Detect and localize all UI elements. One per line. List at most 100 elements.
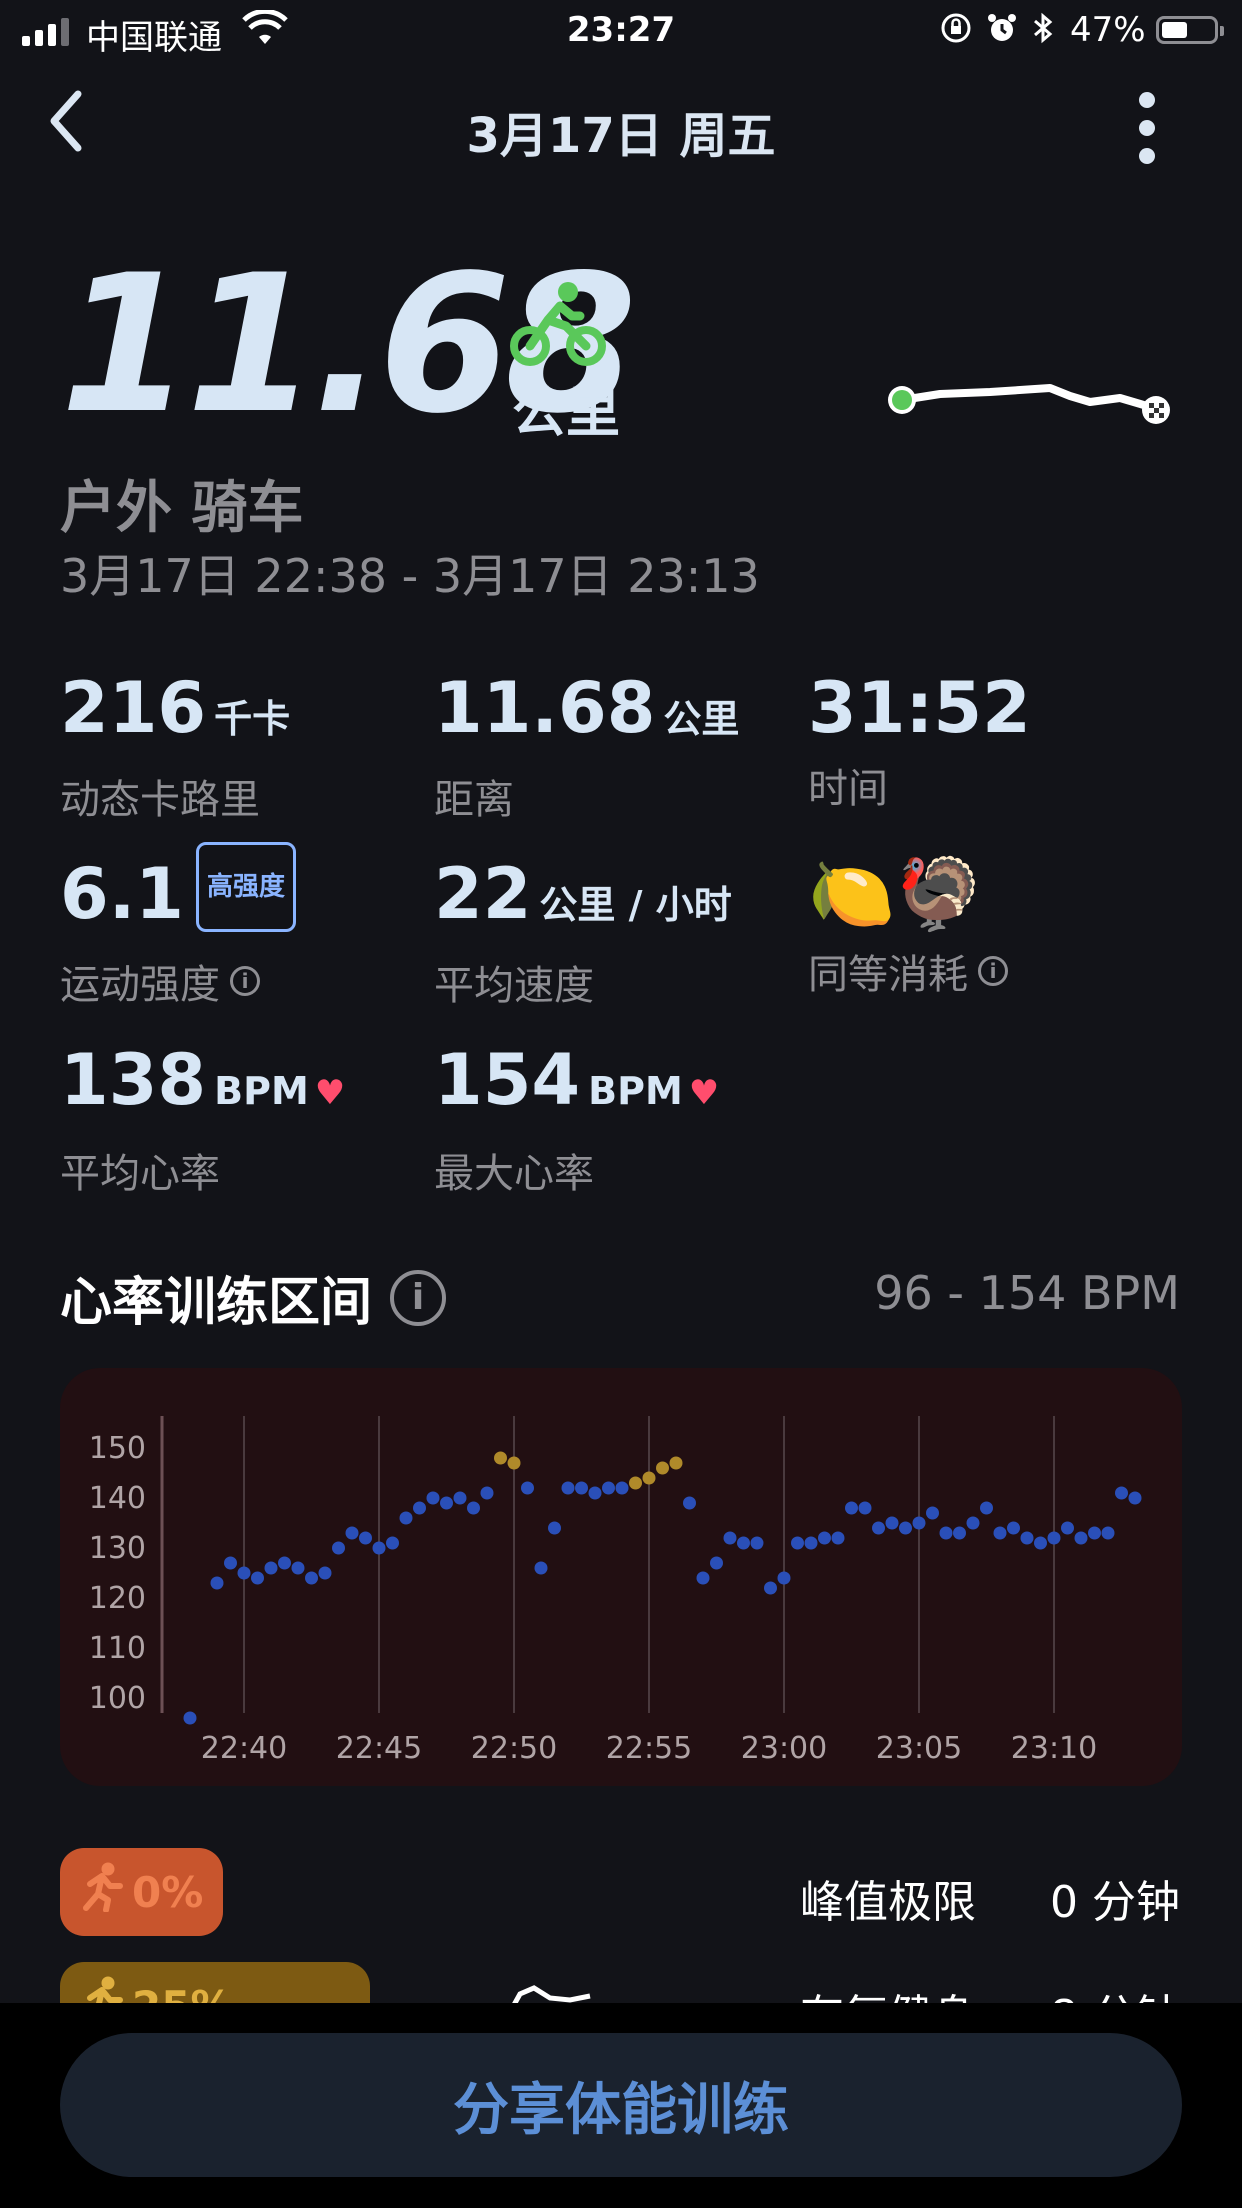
hr-point — [224, 1556, 237, 1570]
info-icon[interactable]: i — [978, 956, 1008, 986]
hr-point — [305, 1571, 318, 1585]
max-hr-unit: BPM — [588, 1069, 683, 1113]
max-hr-value: 154 — [434, 1039, 581, 1121]
hr-point — [386, 1536, 399, 1550]
x-tick-label: 22:45 — [336, 1731, 422, 1766]
hr-point — [534, 1561, 548, 1575]
hr-point — [642, 1471, 656, 1485]
stat-duration: 31:52 时间 — [808, 668, 1031, 814]
cycling-icon — [510, 280, 606, 376]
hr-point — [210, 1576, 224, 1590]
page-title: 3月17日 周五 — [466, 108, 776, 164]
hr-point — [480, 1486, 494, 1500]
hr-point — [318, 1566, 332, 1580]
duration-label: 时间 — [808, 766, 888, 812]
speed-value: 22 — [434, 853, 532, 935]
stat-max-hr: 154 BPM ♥ 最大心率 — [434, 1040, 719, 1199]
hr-point — [1020, 1531, 1034, 1545]
hr-point — [683, 1496, 696, 1510]
x-tick-label: 22:40 — [201, 1731, 287, 1766]
hr-point — [1088, 1526, 1101, 1540]
hr-point — [858, 1501, 872, 1515]
share-workout-button[interactable]: 分享体能训练 — [60, 2033, 1182, 2177]
heart-icon: ♥ — [688, 1073, 720, 1113]
hr-point — [345, 1526, 359, 1540]
more-button[interactable] — [1132, 92, 1162, 164]
zone-percent-pill: 0% — [60, 1848, 224, 1936]
hr-range: 96 - 154 BPM — [874, 1266, 1180, 1320]
running-icon — [80, 1862, 124, 1922]
stat-avg-hr: 138 BPM ♥ 平均心率 — [60, 1040, 345, 1199]
stat-equivalent[interactable]: 🍋🦃 同等消耗 i — [808, 854, 1008, 1000]
y-tick-label: 130 — [89, 1531, 146, 1566]
avg-hr-unit: BPM — [214, 1069, 309, 1113]
hr-point — [575, 1481, 588, 1495]
speed-label: 平均速度 — [434, 963, 594, 1009]
hr-point — [332, 1541, 345, 1555]
hr-point — [656, 1461, 669, 1475]
alarm-icon — [986, 12, 1018, 53]
hr-point — [750, 1536, 764, 1550]
hr-point — [926, 1506, 939, 1520]
distance-unit: 公里 — [512, 381, 620, 444]
info-icon[interactable]: i — [230, 966, 260, 996]
hr-point — [561, 1481, 575, 1495]
hr-point — [413, 1501, 426, 1515]
distance-value: 11.68 — [434, 667, 656, 749]
activity-type: 户外 骑车 — [60, 476, 304, 541]
hr-chart[interactable]: 22:40 22:45 22:50 22:55 23:00 23:05 23:10 150 14… — [60, 1368, 1182, 1786]
rotation-lock-icon — [940, 12, 972, 53]
hr-point — [588, 1486, 602, 1500]
stat-speed: 22 公里 / 小时 平均速度 — [434, 854, 732, 1011]
info-icon[interactable]: i — [390, 1269, 447, 1326]
status-bar: 中国联通 23:27 47% — [0, 0, 1242, 60]
turkey-icon: 🦃 — [895, 853, 983, 935]
hr-point — [818, 1531, 831, 1545]
hr-point — [264, 1561, 278, 1575]
hr-point — [804, 1536, 818, 1550]
zone-name: 峰值极限 — [800, 1877, 976, 1928]
intensity-label: 运动强度 — [60, 962, 220, 1008]
hr-point — [1128, 1491, 1142, 1505]
hr-point — [1007, 1521, 1020, 1535]
hr-point — [885, 1516, 899, 1530]
hr-point — [453, 1491, 467, 1505]
hr-point — [723, 1531, 737, 1545]
hr-point — [1047, 1531, 1061, 1545]
y-tick-label: 100 — [89, 1681, 146, 1716]
hr-point — [791, 1536, 804, 1550]
hr-point — [831, 1531, 845, 1545]
zone-duration: 0 分钟 — [1050, 1877, 1180, 1928]
battery-icon — [1156, 16, 1224, 44]
hr-point — [359, 1531, 372, 1545]
x-tick-label: 23:10 — [1011, 1731, 1097, 1766]
hr-point — [953, 1526, 966, 1540]
stat-calories: 216 千卡 动态卡路里 — [60, 668, 290, 825]
hr-point — [548, 1521, 561, 1535]
hr-chart-svg: 22:40 22:45 22:50 22:55 23:00 23:05 23:10 150 14… — [89, 1416, 1142, 1766]
hr-point — [237, 1566, 251, 1580]
hr-point — [440, 1496, 453, 1510]
hr-point — [872, 1521, 885, 1535]
stat-distance: 11.68 公里 距离 — [434, 668, 739, 825]
hr-point — [899, 1521, 912, 1535]
calories-label: 动态卡路里 — [60, 777, 260, 823]
x-tick-label: 23:00 — [741, 1731, 827, 1766]
hr-point — [1061, 1521, 1074, 1535]
hr-point — [1034, 1536, 1047, 1550]
hr-point — [507, 1456, 521, 1470]
hr-zones-header: 心率训练区间 i — [60, 1260, 447, 1335]
battery-percent: 47% — [1070, 10, 1146, 50]
hr-point — [426, 1491, 440, 1505]
hr-point — [251, 1571, 264, 1585]
speed-unit: 公里 / 小时 — [539, 883, 732, 927]
zone-percent: 0% — [132, 1867, 204, 1917]
intensity-value: 6.1 — [60, 853, 185, 936]
hr-point — [777, 1571, 791, 1585]
hr-point — [615, 1481, 629, 1495]
hr-point — [399, 1511, 413, 1525]
hr-point — [494, 1451, 507, 1465]
hr-point — [1115, 1486, 1128, 1500]
route-map-thumbnail[interactable] — [870, 370, 1180, 440]
stat-intensity[interactable]: 6.1 高强度 运动强度 i — [60, 842, 297, 1010]
